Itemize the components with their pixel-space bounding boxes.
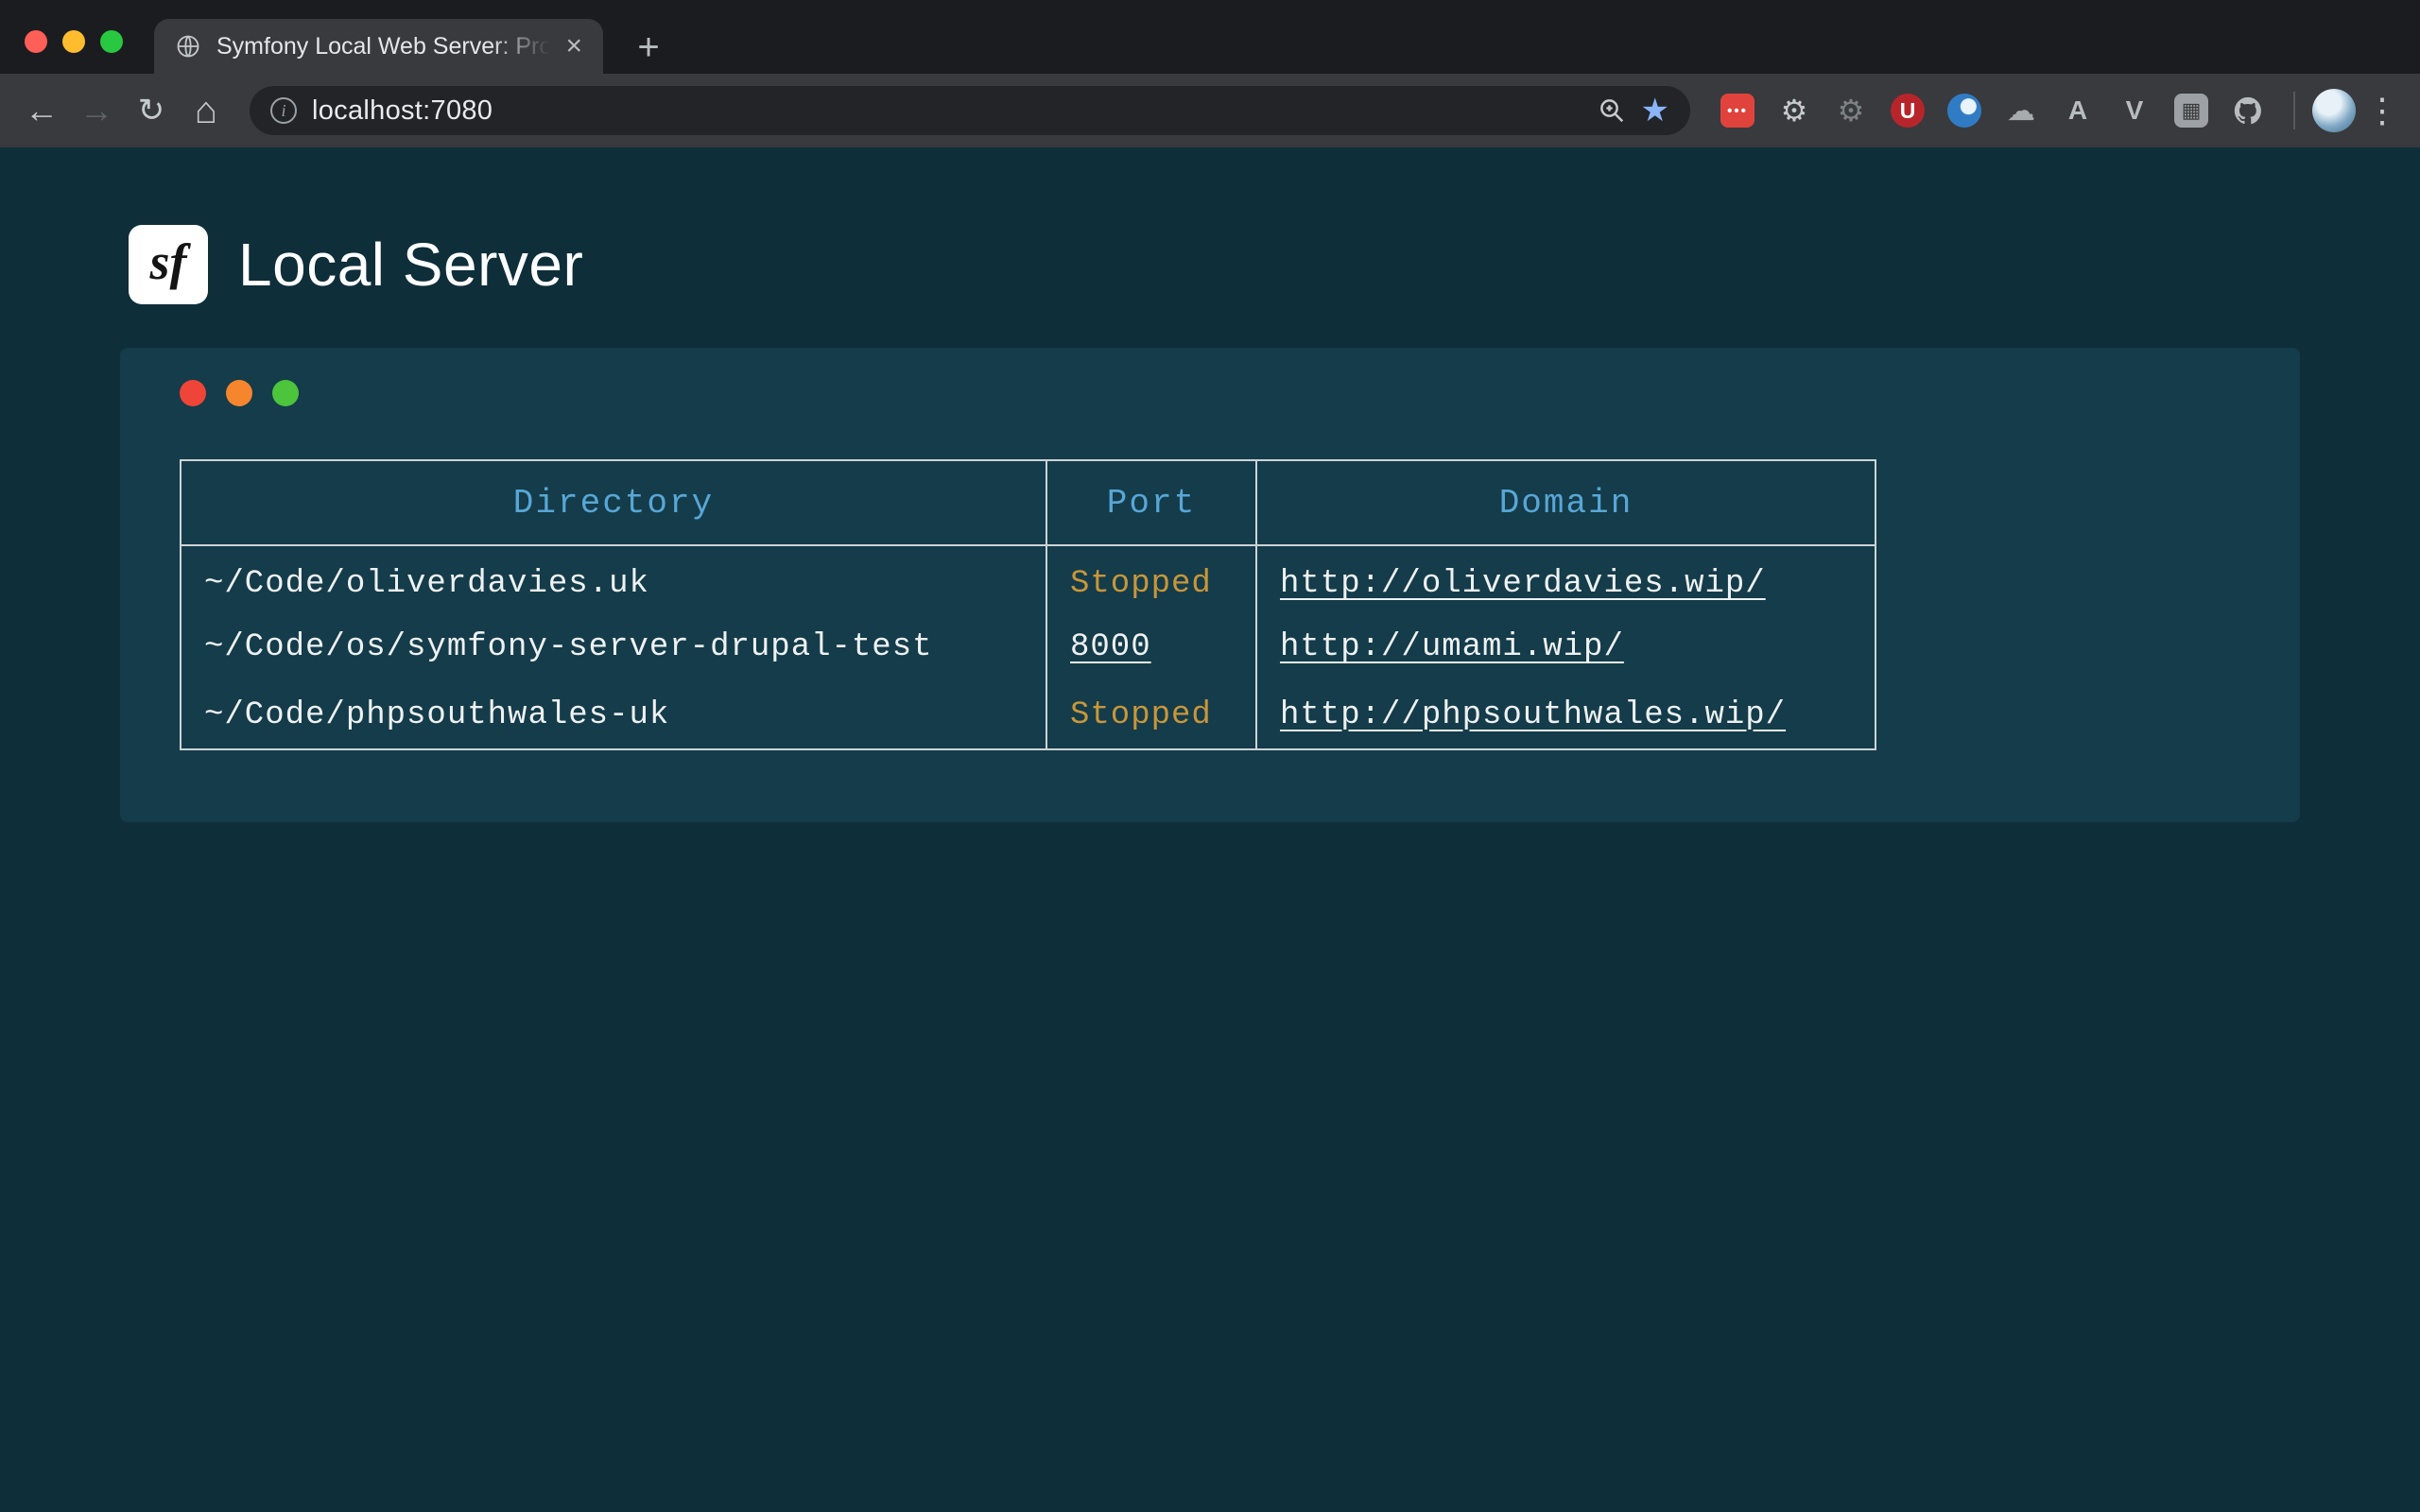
- table-header-row: Directory Port Domain: [181, 460, 1876, 545]
- extension-blue-circle-icon[interactable]: [1945, 92, 1983, 129]
- terminal-orange-dot: [226, 380, 252, 406]
- terminal-card: Directory Port Domain ~/Code/oliverdavie…: [120, 348, 2300, 822]
- terminal-window-dots: [180, 380, 2300, 406]
- github-extension-icon[interactable]: [2229, 92, 2267, 129]
- window-zoom-button[interactable]: [100, 30, 123, 53]
- window-controls: [25, 30, 123, 53]
- new-tab-button[interactable]: +: [622, 21, 675, 74]
- port-status-stopped: Stopped: [1070, 566, 1212, 602]
- domain-cell: http://oliverdavies.wip/: [1256, 545, 1876, 613]
- table-row: ~/Code/oliverdavies.uk Stopped http://ol…: [181, 545, 1876, 613]
- directory-cell: ~/Code/os/symfony-server-drupal-test: [181, 613, 1046, 681]
- window-close-button[interactable]: [25, 30, 47, 53]
- home-icon[interactable]: ⌂: [182, 86, 231, 135]
- extension-gear-light-icon[interactable]: ⚙: [1775, 92, 1813, 129]
- domain-cell: http://umami.wip/: [1256, 613, 1876, 681]
- browser-menu-icon[interactable]: ⋮: [2361, 91, 2403, 130]
- domain-link[interactable]: http://oliverdavies.wip/: [1280, 566, 1766, 602]
- port-cell: 8000: [1046, 613, 1256, 681]
- header-port: Port: [1046, 460, 1256, 545]
- extension-badge-icon[interactable]: ▦: [2172, 92, 2210, 129]
- symfony-logo-glyph: sf: [150, 232, 187, 291]
- directory-cell: ~/Code/oliverdavies.uk: [181, 545, 1046, 613]
- table-row: ~/Code/phpsouthwales-uk Stopped http://p…: [181, 681, 1876, 749]
- extension-gear-dark-icon[interactable]: ⚙: [1832, 92, 1870, 129]
- extension-ublock-icon[interactable]: U: [1889, 92, 1927, 129]
- window-minimize-button[interactable]: [62, 30, 85, 53]
- browser-tab-active[interactable]: Symfony Local Web Server: Prox ×: [154, 19, 603, 74]
- tab-close-icon[interactable]: ×: [565, 32, 582, 60]
- page-title: Local Server: [238, 230, 583, 300]
- site-info-icon[interactable]: i: [270, 97, 297, 124]
- symfony-logo: sf: [129, 225, 208, 304]
- header-directory: Directory: [181, 460, 1046, 545]
- directory-cell: ~/Code/phpsouthwales-uk: [181, 681, 1046, 749]
- table-row: ~/Code/os/symfony-server-drupal-test 800…: [181, 613, 1876, 681]
- port-cell: Stopped: [1046, 545, 1256, 613]
- address-bar[interactable]: i localhost:7080 ★: [250, 86, 1690, 135]
- profile-avatar[interactable]: [2312, 89, 2356, 132]
- extension-cloud-icon[interactable]: ☁: [2002, 92, 2040, 129]
- domain-link[interactable]: http://umami.wip/: [1280, 629, 1624, 665]
- zoom-icon[interactable]: [1598, 96, 1626, 125]
- extension-a-icon[interactable]: A: [2059, 92, 2097, 129]
- port-cell: Stopped: [1046, 681, 1256, 749]
- terminal-red-dot: [180, 380, 206, 406]
- forward-icon[interactable]: →: [72, 86, 121, 135]
- extensions-bar: ••• ⚙ ⚙ U ☁ A V ▦: [1719, 92, 2267, 129]
- globe-favicon-icon: [175, 33, 201, 60]
- terminal-green-dot: [272, 380, 299, 406]
- domain-cell: http://phpsouthwales.wip/: [1256, 681, 1876, 749]
- toolbar-divider: [2293, 92, 2295, 129]
- browser-toolbar: ← → ↻ ⌂ i localhost:7080 ★ ••• ⚙ ⚙ U: [0, 74, 2420, 147]
- extension-v-icon[interactable]: V: [2116, 92, 2153, 129]
- back-icon[interactable]: ←: [17, 86, 66, 135]
- bookmark-star-icon[interactable]: ★: [1641, 94, 1669, 127]
- domain-link[interactable]: http://phpsouthwales.wip/: [1280, 697, 1786, 733]
- browser-window: Symfony Local Web Server: Prox × + ← → ↻…: [0, 0, 2420, 147]
- page-content: sf Local Server Directory Port Domain ~/…: [0, 147, 2420, 1512]
- url-text[interactable]: localhost:7080: [312, 95, 1582, 127]
- servers-table: Directory Port Domain ~/Code/oliverdavie…: [180, 459, 1876, 750]
- extension-red-dots-icon[interactable]: •••: [1719, 92, 1756, 129]
- tab-title: Symfony Local Web Server: Prox: [216, 33, 550, 60]
- brand-header: sf Local Server: [0, 147, 2420, 304]
- tab-strip: Symfony Local Web Server: Prox × +: [0, 0, 2420, 74]
- header-domain: Domain: [1256, 460, 1876, 545]
- port-status-stopped: Stopped: [1070, 697, 1212, 733]
- port-link[interactable]: 8000: [1070, 629, 1151, 665]
- reload-icon[interactable]: ↻: [127, 86, 176, 135]
